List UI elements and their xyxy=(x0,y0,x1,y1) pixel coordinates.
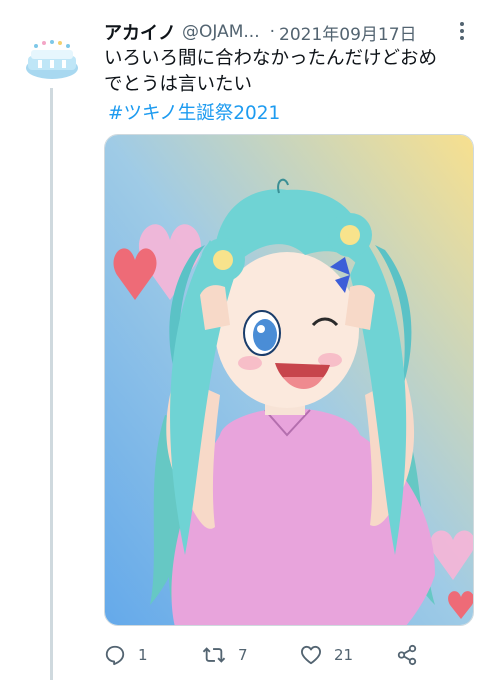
action-bar: 1 7 21 xyxy=(104,640,434,670)
retweet-button[interactable]: 7 xyxy=(202,640,248,670)
retweet-count: 7 xyxy=(238,646,248,664)
tweet-text-line: いろいろ間に合わなかったんだけどおめ xyxy=(104,48,438,69)
display-name[interactable]: アカイノ xyxy=(104,19,176,45)
tweet-image[interactable] xyxy=(104,134,474,626)
thread-line xyxy=(50,86,53,680)
more-button[interactable] xyxy=(452,16,472,46)
tweet-text-line: でとうは言いたい xyxy=(104,74,253,95)
tweet-header: アカイノ @OJAM... · 2021年09月17日 xyxy=(104,18,474,46)
hashtag-link[interactable]: #ツキノ生誕祭2021 xyxy=(108,102,280,126)
share-button[interactable] xyxy=(396,640,418,670)
reply-button[interactable]: 1 xyxy=(104,640,148,670)
illustration xyxy=(105,135,473,625)
heart-icon xyxy=(300,645,321,665)
retweet-icon xyxy=(202,647,226,663)
like-button[interactable]: 21 xyxy=(300,640,353,670)
avatar[interactable] xyxy=(22,28,82,88)
reply-icon xyxy=(105,645,125,666)
like-count: 21 xyxy=(334,646,354,664)
tweet-text: いろいろ間に合わなかったんだけどおめ でとうは言いたい xyxy=(104,46,474,98)
tweet-card[interactable]: アカイノ @OJAM... · 2021年09月17日 いろいろ間に合わなかった… xyxy=(0,0,490,680)
more-vertical-icon xyxy=(460,22,464,40)
share-icon xyxy=(397,644,417,666)
user-handle[interactable]: @OJAM... xyxy=(182,22,260,42)
reply-count: 1 xyxy=(138,646,148,664)
timestamp[interactable]: 2021年09月17日 xyxy=(279,20,417,45)
header-separator: · xyxy=(269,22,276,42)
